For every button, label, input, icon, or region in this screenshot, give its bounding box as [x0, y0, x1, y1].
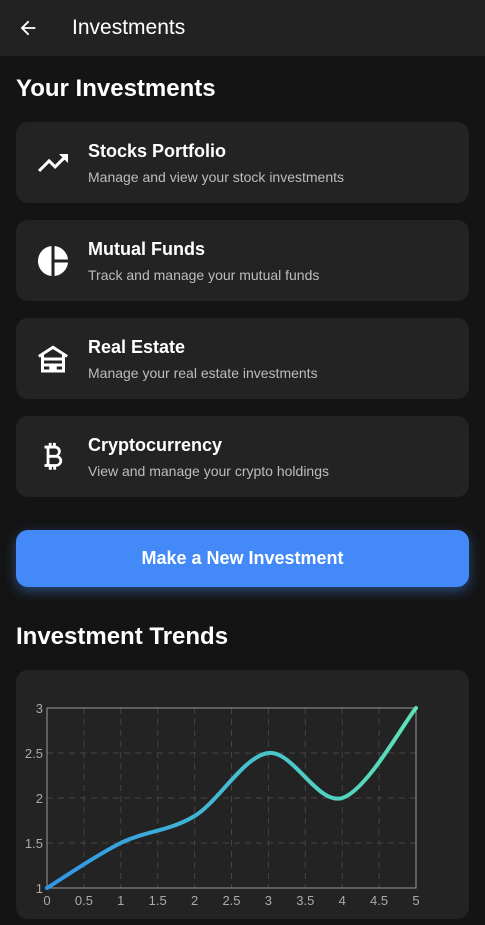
x-tick-label: 2 — [191, 893, 198, 908]
pie-chart-icon — [33, 241, 73, 281]
app-bar-title: Investments — [72, 16, 186, 39]
stocks-portfolio-card[interactable]: Stocks Portfolio Manage and view your st… — [16, 122, 469, 203]
app-bar: Investments — [0, 0, 485, 56]
y-tick-label: 2 — [36, 791, 43, 806]
card-title: Mutual Funds — [88, 238, 205, 259]
card-title: Real Estate — [88, 336, 186, 357]
x-tick-label: 1 — [117, 893, 124, 908]
arrow-back-icon — [20, 20, 36, 36]
back-button[interactable] — [16, 16, 40, 40]
make-new-investment-button[interactable]: Make a New Investment — [16, 530, 469, 587]
card-title: Cryptocurrency — [88, 434, 223, 455]
y-tick-label: 2.5 — [25, 746, 43, 761]
x-tick-label: 2.5 — [222, 893, 240, 908]
card-subtitle: Manage your real estate investments — [88, 364, 318, 381]
y-tick-label: 3 — [36, 701, 43, 716]
cryptocurrency-card[interactable]: Cryptocurrency View and manage your cryp… — [16, 416, 469, 497]
investment-trends-chart: 0 0.5 1 1.5 2 2.5 3 3.5 4 4.5 5 1 1.5 2 2.5 3 — [25, 701, 420, 908]
your-investments-heading: Your Investments — [16, 75, 216, 102]
x-tick-label: 3.5 — [296, 893, 314, 908]
x-tick-label: 4 — [339, 893, 346, 908]
trending-up-icon — [33, 143, 73, 183]
x-tick-label: 0.5 — [75, 893, 93, 908]
x-tick-label: 0 — [43, 893, 50, 908]
card-subtitle: View and manage your crypto holdings — [88, 462, 330, 479]
card-subtitle: Track and manage your mutual funds — [88, 266, 320, 283]
investment-trends-chart-card: 0 0.5 1 1.5 2 2.5 3 3.5 4 4.5 5 1 1.5 2 2.5 3 — [16, 670, 469, 919]
card-subtitle: Manage and view your stock investments — [88, 168, 345, 185]
x-tick-label: 1.5 — [149, 893, 167, 908]
x-tick-label: 4.5 — [370, 893, 388, 908]
x-tick-label: 5 — [412, 893, 419, 908]
y-tick-label: 1.5 — [25, 836, 43, 851]
real-estate-card[interactable]: Real Estate Manage your real estate inve… — [16, 318, 469, 399]
card-title: Stocks Portfolio — [88, 140, 227, 161]
mutual-funds-card[interactable]: Mutual Funds Track and manage your mutua… — [16, 220, 469, 301]
house-icon — [33, 339, 73, 379]
y-tick-label: 1 — [36, 881, 43, 896]
bitcoin-icon — [33, 437, 73, 477]
x-tick-label: 3 — [265, 893, 272, 908]
investment-trends-heading: Investment Trends — [16, 623, 229, 650]
